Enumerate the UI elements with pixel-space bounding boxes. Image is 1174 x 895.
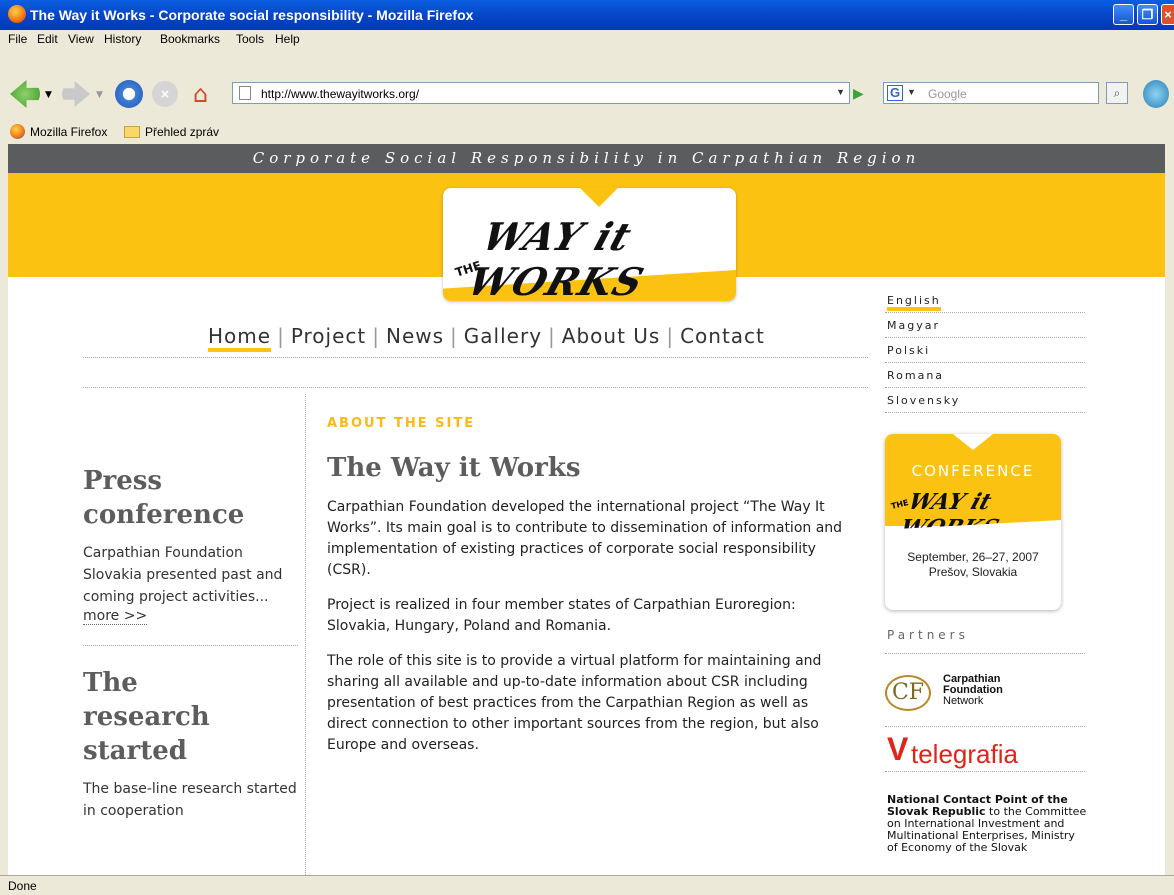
engine-dropdown-icon[interactable]: ▼ <box>907 87 916 97</box>
nav-separator: | <box>548 324 556 348</box>
column-divider <box>305 394 306 875</box>
reload-icon[interactable] <box>115 80 143 108</box>
article-paragraph: Project is realized in four member state… <box>327 597 796 634</box>
main-article: ABOUT THE SITE The Way it Works Carpathi… <box>327 416 852 756</box>
logo-notch <box>579 187 619 207</box>
lang-magyar[interactable]: Magyar <box>885 313 1085 338</box>
nav-project[interactable]: Project <box>291 324 366 348</box>
cf-emblem: CF <box>885 675 931 711</box>
more-link[interactable]: more >> <box>83 608 148 625</box>
back-arrow-icon[interactable] <box>10 80 40 108</box>
lang-english-label: English <box>887 294 941 311</box>
back-history-dropdown-icon[interactable]: ▼ <box>45 90 52 100</box>
bookmarks-bar: Mozilla Firefox Přehled zpráv <box>0 121 1174 143</box>
cf-name: Carpathian Foundation Network <box>943 674 1003 707</box>
nav-separator: | <box>666 324 675 348</box>
menu-file[interactable]: File <box>8 32 27 46</box>
ncp-text: National Contact Point of the Slovak Rep… <box>887 794 1087 854</box>
article-title: The Way it Works <box>327 453 581 483</box>
lang-romana-label: Romana <box>887 369 945 382</box>
folder-icon <box>124 126 140 138</box>
carpathian-foundation-logo[interactable]: CF Carpathian Foundation Network <box>885 671 1085 719</box>
search-magnifier-icon[interactable]: ⌕ <box>1106 82 1128 104</box>
story-title[interactable]: Press conference <box>83 464 298 532</box>
story-body: The base-line research started in cooper… <box>83 781 297 819</box>
window-title: The Way it Works - Corporate social resp… <box>30 7 474 23</box>
cf-line3: Network <box>943 695 984 707</box>
nav-separator: | <box>450 324 458 348</box>
window-titlebar: The Way it Works - Corporate social resp… <box>0 0 1174 30</box>
nav-separator: | <box>372 324 380 348</box>
menu-tools[interactable]: Tools <box>236 32 264 46</box>
nav-separator: | <box>277 324 285 348</box>
conference-banner[interactable]: CONFERENCE WAY it WORKS THE September, 2… <box>885 434 1061 610</box>
forward-arrow-icon[interactable] <box>62 81 90 107</box>
menu-help[interactable]: Help <box>275 32 300 46</box>
status-bar: Done <box>0 875 1174 895</box>
forward-history-dropdown-icon[interactable]: ▼ <box>96 90 103 100</box>
firefox-icon <box>8 5 26 23</box>
address-bar[interactable]: http://www.thewayitworks.org/ ▼ <box>232 82 850 104</box>
language-list: English Magyar Polski Romana Slovensky <box>885 288 1085 413</box>
conference-notch <box>953 434 993 450</box>
page-content: Corporate Social Responsibility in Carpa… <box>8 144 1165 875</box>
home-icon[interactable]: ⌂ <box>193 80 221 108</box>
conference-dates: September, 26–27, 2007 Prešov, Slovakia <box>885 550 1061 580</box>
menu-edit[interactable]: Edit <box>37 32 58 46</box>
menu-bar: File Edit View History Bookmarks Tools H… <box>0 30 1174 48</box>
article-paragraph: The role of this site is to provide a vi… <box>327 653 822 753</box>
bookmark-mozilla-firefox[interactable]: Mozilla Firefox <box>30 125 107 139</box>
telegrafia-wordmark: telegrafia <box>911 739 1018 769</box>
firefox-bookmark-icon <box>10 124 25 139</box>
nav-divider <box>83 357 868 358</box>
site-tagline: Corporate Social Responsibility in Carpa… <box>8 144 1165 173</box>
story-body: Carpathian Foundation Slovakia presented… <box>83 545 283 605</box>
stop-icon[interactable]: × <box>152 81 178 107</box>
lang-english[interactable]: English <box>885 288 1085 313</box>
bookmark-prehled-zprav[interactable]: Přehled zpráv <box>145 125 219 139</box>
lang-magyar-label: Magyar <box>887 319 940 332</box>
url-text: http://www.thewayitworks.org/ <box>261 87 420 101</box>
lang-polski-label: Polski <box>887 344 931 357</box>
url-dropdown-icon[interactable]: ▼ <box>836 87 845 97</box>
article-paragraph: Carpathian Foundation developed the inte… <box>327 499 843 578</box>
site-logo[interactable]: WAY it WORKS THE <box>443 187 736 304</box>
lang-slovensky[interactable]: Slovensky <box>885 388 1085 413</box>
main-nav: Home | Project | News | Gallery | About Us | Conta… <box>208 324 868 354</box>
partners-heading: Partners <box>885 628 1085 654</box>
nav-about-us[interactable]: About Us <box>562 324 661 348</box>
status-text: Done <box>8 879 37 893</box>
menu-view[interactable]: View <box>68 32 94 46</box>
lang-polski[interactable]: Polski <box>885 338 1085 363</box>
nav-divider <box>83 387 868 388</box>
search-placeholder: Google <box>928 87 967 101</box>
google-engine-icon[interactable]: G <box>887 85 903 101</box>
telegrafia-v-mark: V <box>887 731 909 767</box>
nav-news[interactable]: News <box>386 324 444 348</box>
lang-slovensky-label: Slovensky <box>887 394 961 407</box>
nav-contact[interactable]: Contact <box>680 324 765 348</box>
lang-romana[interactable]: Romana <box>885 363 1085 388</box>
telegrafia-logo[interactable]: V telegrafia <box>885 726 1085 772</box>
go-arrow-icon[interactable]: ▶ <box>853 84 873 104</box>
page-icon <box>239 86 251 100</box>
logo-script: WAY it WORKS <box>462 214 650 304</box>
conference-date: September, 26–27, 2007 <box>907 550 1039 564</box>
menu-bookmarks[interactable]: Bookmarks <box>160 32 220 46</box>
conference-heading: CONFERENCE <box>911 462 1035 480</box>
left-column: Press conference Carpathian Foundation S… <box>83 464 298 822</box>
vertical-scrollbar[interactable] <box>1165 144 1174 875</box>
search-box[interactable]: G ▼ Google <box>883 82 1099 104</box>
story-title[interactable]: The research started <box>83 666 253 768</box>
nav-home[interactable]: Home <box>208 324 272 352</box>
maximize-button[interactable]: ❐ <box>1137 4 1158 25</box>
story-divider <box>83 645 298 646</box>
conference-place: Prešov, Slovakia <box>928 565 1018 579</box>
nav-gallery[interactable]: Gallery <box>464 324 542 348</box>
menu-history[interactable]: History <box>104 32 141 46</box>
section-kicker: ABOUT THE SITE <box>327 416 476 431</box>
minimize-button[interactable]: _ <box>1113 4 1134 25</box>
skype-icon[interactable] <box>1143 80 1169 108</box>
close-button[interactable]: × <box>1161 4 1174 25</box>
